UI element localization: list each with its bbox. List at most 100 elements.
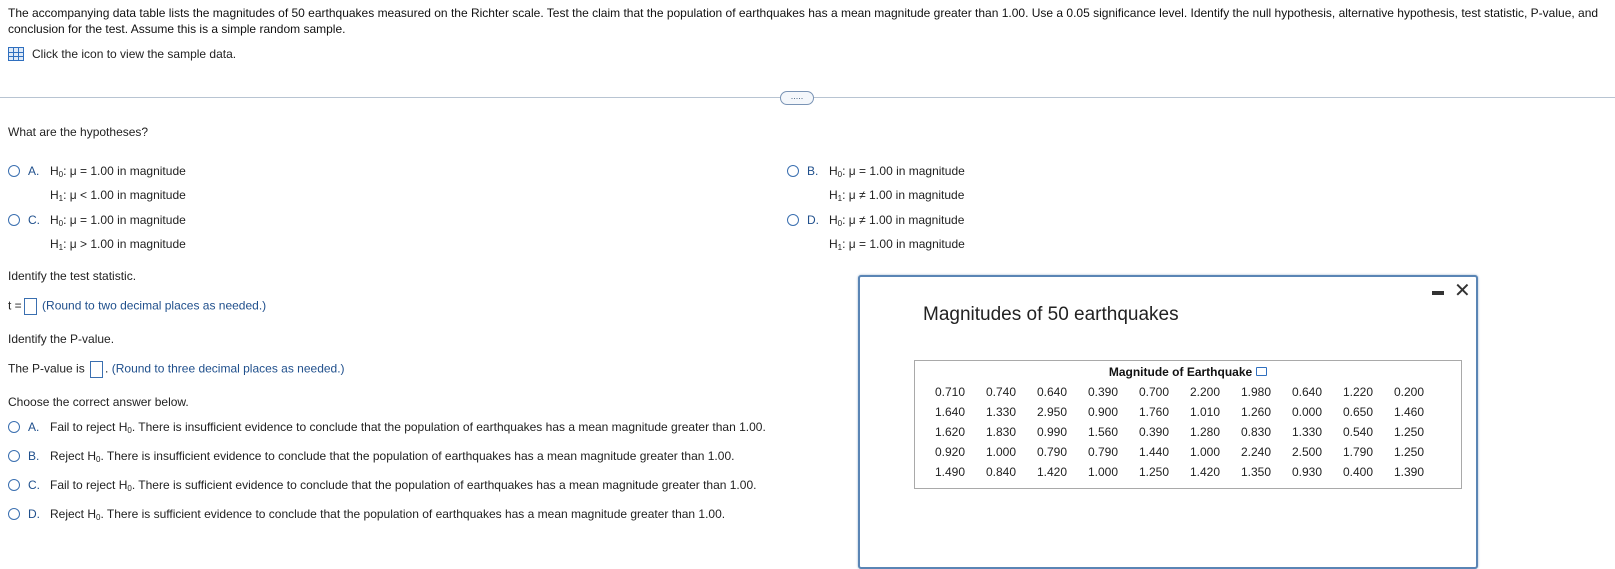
conclusion-option-d[interactable]: D. Reject H0. There is sufficient eviden… — [8, 507, 725, 522]
table-cell: 0.830 — [1241, 425, 1272, 439]
table-cell: 1.440 — [1139, 445, 1170, 459]
conclusion-text: Fail to reject H0. There is insufficient… — [50, 420, 766, 435]
table-cell: 2.200 — [1190, 385, 1221, 399]
hypotheses-question: What are the hypotheses? — [8, 125, 149, 139]
table-cell: 0.710 — [935, 385, 966, 399]
hypothesis-pair: H0: μ = 1.00 in magnitude H1: μ ≠ 1.00 i… — [829, 164, 965, 203]
conclusion-text: Reject H0. There is insufficient evidenc… — [50, 449, 735, 464]
table-cell: 0.540 — [1343, 425, 1374, 439]
minimize-icon[interactable] — [1432, 291, 1444, 295]
conclusion-question: Choose the correct answer below. — [8, 395, 189, 409]
test-statistic-question: Identify the test statistic. — [8, 269, 137, 283]
table-row: 1.620 1.830 0.990 1.560 0.390 1.280 0.830 1.330… — [935, 422, 1445, 442]
table-cell: 1.280 — [1190, 425, 1221, 439]
table-row: 1.490 0.840 1.420 1.000 1.250 1.420 1.350 0.930… — [935, 462, 1445, 482]
null-hypothesis: μ ≠ 1.00 in magnitude — [848, 213, 965, 227]
radio-button[interactable] — [8, 479, 20, 491]
radio-button[interactable] — [8, 508, 20, 520]
table-cell: 0.400 — [1343, 465, 1374, 479]
hypothesis-option-a[interactable]: A. H0: μ = 1.00 in magnitude H1: μ < 1.0… — [8, 164, 186, 209]
data-table: Magnitude of Earthquake 0.710 0.740 0.640 0… — [914, 360, 1462, 489]
hypothesis-option-c[interactable]: C. H0: μ = 1.00 in magnitude H1: μ > 1.0… — [8, 213, 186, 258]
dialog-title: Magnitudes of 50 earthquakes — [923, 304, 1179, 325]
data-table-icon[interactable] — [8, 47, 24, 61]
table-cell: 0.930 — [1292, 465, 1323, 479]
close-icon[interactable]: ✕ — [1454, 281, 1471, 301]
table-cell: 1.830 — [986, 425, 1017, 439]
table-cell: 0.700 — [1139, 385, 1170, 399]
table-cell: 2.950 — [1037, 405, 1068, 419]
table-cell: 1.220 — [1343, 385, 1374, 399]
rounding-hint: (Round to three decimal places as needed… — [111, 361, 345, 376]
radio-button[interactable] — [8, 421, 20, 433]
view-data-link[interactable]: Click the icon to view the sample data. — [8, 47, 236, 61]
test-statistic-row: t = (Round to two decimal places as need… — [8, 298, 266, 315]
radio-button[interactable] — [787, 214, 799, 226]
conclusion-text: Reject H0. There is sufficient evidence … — [50, 507, 726, 522]
radio-button[interactable] — [8, 450, 20, 462]
null-hypothesis: μ = 1.00 in magnitude — [848, 164, 965, 178]
values-table: 0.710 0.740 0.640 0.390 0.700 2.200 1.980 0.640… — [935, 382, 1445, 482]
table-row: 1.640 1.330 2.950 0.900 1.760 1.010 1.260 0.000… — [935, 402, 1445, 422]
option-letter: D. — [28, 507, 40, 521]
table-cell: 0.390 — [1088, 385, 1119, 399]
option-letter: A. — [28, 164, 40, 178]
option-letter: D. — [807, 213, 819, 227]
table-cell: 1.260 — [1241, 405, 1272, 419]
data-dialog: Magnitudes of 50 earthquakes ✕ Magnitude… — [858, 275, 1478, 569]
table-cell: 1.250 — [1394, 425, 1425, 439]
table-cell: 1.010 — [1190, 405, 1221, 419]
table-cell: 2.500 — [1292, 445, 1323, 459]
option-letter: B. — [28, 449, 40, 463]
table-cell: 0.990 — [1037, 425, 1068, 439]
table-cell: 1.250 — [1394, 445, 1425, 459]
radio-button[interactable] — [787, 165, 799, 177]
table-cell: 1.000 — [986, 445, 1017, 459]
table-cell: 1.330 — [1292, 425, 1323, 439]
table-cell: 1.350 — [1241, 465, 1272, 479]
conclusion-option-b[interactable]: B. Reject H0. There is insufficient evid… — [8, 449, 734, 464]
table-cell: 0.840 — [986, 465, 1017, 479]
rounding-hint: (Round to two decimal places as needed.) — [42, 298, 267, 313]
conclusion-option-c[interactable]: C. Fail to reject H0. There is sufficien… — [8, 478, 756, 493]
test-statistic-input[interactable] — [23, 298, 37, 315]
table-cell: 1.420 — [1037, 465, 1068, 479]
alternative-hypothesis: μ = 1.00 in magnitude — [848, 237, 965, 251]
hypothesis-pair: H0: μ ≠ 1.00 in magnitude H1: μ = 1.00 i… — [829, 213, 965, 252]
null-hypothesis: μ = 1.00 in magnitude — [69, 213, 186, 227]
table-row: 0.710 0.740 0.640 0.390 0.700 2.200 1.980 0.640… — [935, 382, 1445, 402]
table-cell: 2.240 — [1241, 445, 1272, 459]
expand-button[interactable]: ..... — [780, 91, 814, 105]
table-cell: 1.560 — [1088, 425, 1119, 439]
option-letter: A. — [28, 420, 40, 434]
conclusion-option-a[interactable]: A. Fail to reject H0. There is insuffici… — [8, 420, 766, 435]
table-cell: 0.000 — [1292, 405, 1323, 419]
alternative-hypothesis: μ > 1.00 in magnitude — [69, 237, 186, 251]
radio-button[interactable] — [8, 165, 20, 177]
option-letter: B. — [807, 164, 819, 178]
null-hypothesis: μ = 1.00 in magnitude — [69, 164, 186, 178]
table-row: 0.920 1.000 0.790 0.790 1.440 1.000 2.240 2.500… — [935, 442, 1445, 462]
table-cell: 1.790 — [1343, 445, 1374, 459]
hypothesis-option-d[interactable]: D. H0: μ ≠ 1.00 in magnitude H1: μ = 1.0… — [787, 213, 965, 258]
alternative-hypothesis: μ ≠ 1.00 in magnitude — [848, 188, 965, 202]
table-cell: 1.620 — [935, 425, 966, 439]
p-value-label: The P-value is — [8, 361, 85, 376]
p-value-input[interactable] — [90, 361, 104, 378]
table-cell: 1.000 — [1190, 445, 1221, 459]
hypothesis-option-b[interactable]: B. H0: μ = 1.00 in magnitude H1: μ ≠ 1.0… — [787, 164, 965, 209]
table-cell: 0.640 — [1037, 385, 1068, 399]
hypothesis-pair: H0: μ = 1.00 in magnitude H1: μ > 1.00 i… — [50, 213, 186, 252]
table-cell: 1.250 — [1139, 465, 1170, 479]
hypothesis-pair: H0: μ = 1.00 in magnitude H1: μ < 1.00 i… — [50, 164, 186, 203]
table-cell: 1.980 — [1241, 385, 1272, 399]
copy-icon[interactable] — [1256, 367, 1268, 376]
table-cell: 1.390 — [1394, 465, 1425, 479]
option-letter: C. — [28, 478, 40, 492]
problem-text: The accompanying data table lists the ma… — [8, 6, 1599, 36]
table-cell: 0.790 — [1037, 445, 1068, 459]
table-cell: 0.640 — [1292, 385, 1323, 399]
radio-button[interactable] — [8, 214, 20, 226]
table-cell: 0.650 — [1343, 405, 1374, 419]
table-cell: 0.200 — [1394, 385, 1425, 399]
